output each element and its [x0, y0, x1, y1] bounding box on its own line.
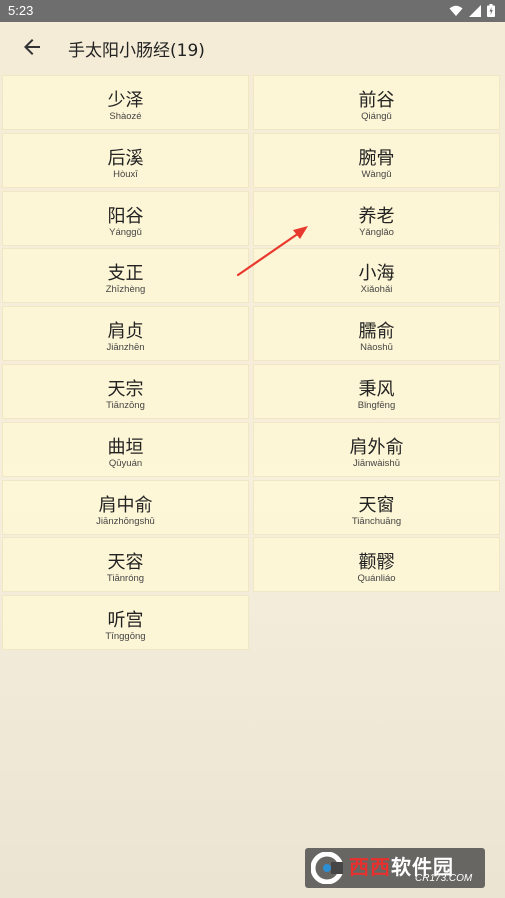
- acupoint-name: 后溪: [107, 147, 144, 169]
- acupoint-cell[interactable]: 天窗 Tiānchuāng: [253, 479, 500, 535]
- acupoint-pinyin: Jiānzhōngshū: [96, 515, 155, 527]
- watermark-c-icon: [311, 852, 343, 884]
- acupoint-name: 天宗: [107, 379, 144, 400]
- acupoint-name: 秉风: [358, 379, 395, 400]
- acupoint-name: 前谷: [358, 90, 395, 111]
- acupoint-name: 天窗: [358, 494, 395, 516]
- acupoint-pinyin: Wàngǔ: [361, 168, 392, 180]
- acupoint-name: 阳谷: [107, 205, 144, 227]
- acupoint-pinyin: Yánggǔ: [109, 226, 142, 238]
- acupoint-name: 听宫: [107, 610, 144, 632]
- acupoint-cell[interactable]: 曲垣 Qūyuán: [2, 421, 249, 477]
- acupoint-cell[interactable]: 肩外俞 Jiānwàishū: [253, 421, 500, 477]
- acupoint-pinyin: Qūyuán: [108, 457, 143, 469]
- acupoint-name: 曲垣: [107, 436, 144, 458]
- acupoint-cell[interactable]: 肩中俞 Jiānzhōngshū: [2, 479, 249, 535]
- acupoint-cell[interactable]: 阳谷 Yánggǔ: [2, 190, 249, 246]
- acupoint-name: 肩中俞: [98, 494, 153, 516]
- acupoint-pinyin: Zhīzhèng: [105, 284, 146, 296]
- acupoint-cell[interactable]: 颧髎 Quánliáo: [253, 537, 500, 593]
- status-bar: 5:23: [0, 0, 505, 22]
- acupoint-cell[interactable]: 支正 Zhīzhèng: [2, 248, 249, 304]
- acupoint-pinyin: Xiǎohǎi: [360, 284, 393, 296]
- wifi-icon: [449, 5, 463, 16]
- acupoint-name: 肩外俞: [349, 436, 404, 458]
- acupoint-pinyin: Bǐngfēng: [357, 400, 396, 411]
- watermark-logo: 西西软件园 CR173.COM: [305, 848, 485, 888]
- acupoint-name: 腕骨: [358, 147, 395, 169]
- back-arrow-icon[interactable]: [20, 35, 44, 59]
- acupoint-name: 肩贞: [107, 321, 144, 343]
- acupoint-cell[interactable]: 后溪 Hòuxī: [2, 132, 249, 188]
- acupoint-cell[interactable]: 少泽 Shàozé: [2, 75, 249, 130]
- acupoint-pinyin: Tiānróng: [106, 573, 145, 585]
- acupoint-name: 颧髎: [358, 552, 395, 574]
- acupoint-pinyin: Qiángǔ: [361, 111, 392, 122]
- page-title: 手太阳小肠经(19): [68, 41, 205, 61]
- acupoint-cell[interactable]: 肩贞 Jiānzhēn: [2, 306, 249, 362]
- acupoint-pinyin: Hòuxī: [113, 168, 138, 180]
- acupoint-cell[interactable]: 天容 Tiānróng: [2, 537, 249, 593]
- acupoint-pinyin: Tiānchuāng: [351, 515, 402, 527]
- acupoint-name: 支正: [107, 263, 144, 285]
- acupoint-pinyin: Nàoshū: [360, 342, 393, 354]
- acupoint-name: 天容: [107, 552, 144, 574]
- acupoint-pinyin: Jiānzhēn: [106, 342, 145, 354]
- acupoint-pinyin: Tīnggōng: [105, 631, 146, 643]
- acupoint-cell[interactable]: 前谷 Qiángǔ: [253, 75, 500, 130]
- acupoint-name: 臑俞: [358, 321, 395, 343]
- acupoint-name: 少泽: [107, 90, 144, 111]
- acupoint-pinyin: Shàozé: [109, 111, 142, 122]
- watermark-brand-part1: 西西: [349, 855, 391, 879]
- watermark-site: CR173.COM: [415, 873, 473, 884]
- acupoint-pinyin: Tiānzōng: [106, 400, 145, 411]
- annotation-arrow: [236, 226, 308, 277]
- signal-icon: [469, 4, 481, 17]
- acupoint-cell[interactable]: 听宫 Tīnggōng: [2, 595, 249, 651]
- acupoint-cell[interactable]: 腕骨 Wàngǔ: [253, 132, 500, 188]
- battery-icon: [487, 4, 495, 17]
- acupoint-pinyin: Jiānwàishū: [353, 457, 400, 469]
- status-time: 5:23: [8, 3, 34, 18]
- status-icons: [449, 4, 495, 17]
- acupoint-pinyin: Quánliáo: [357, 573, 396, 585]
- acupoint-cell[interactable]: 臑俞 Nàoshū: [253, 306, 500, 362]
- app-bar: 手太阳小肠经(19): [0, 22, 505, 72]
- acupoint-cell[interactable]: 秉风 Bǐngfēng: [253, 364, 500, 419]
- acupoint-cell[interactable]: 天宗 Tiānzōng: [2, 364, 249, 419]
